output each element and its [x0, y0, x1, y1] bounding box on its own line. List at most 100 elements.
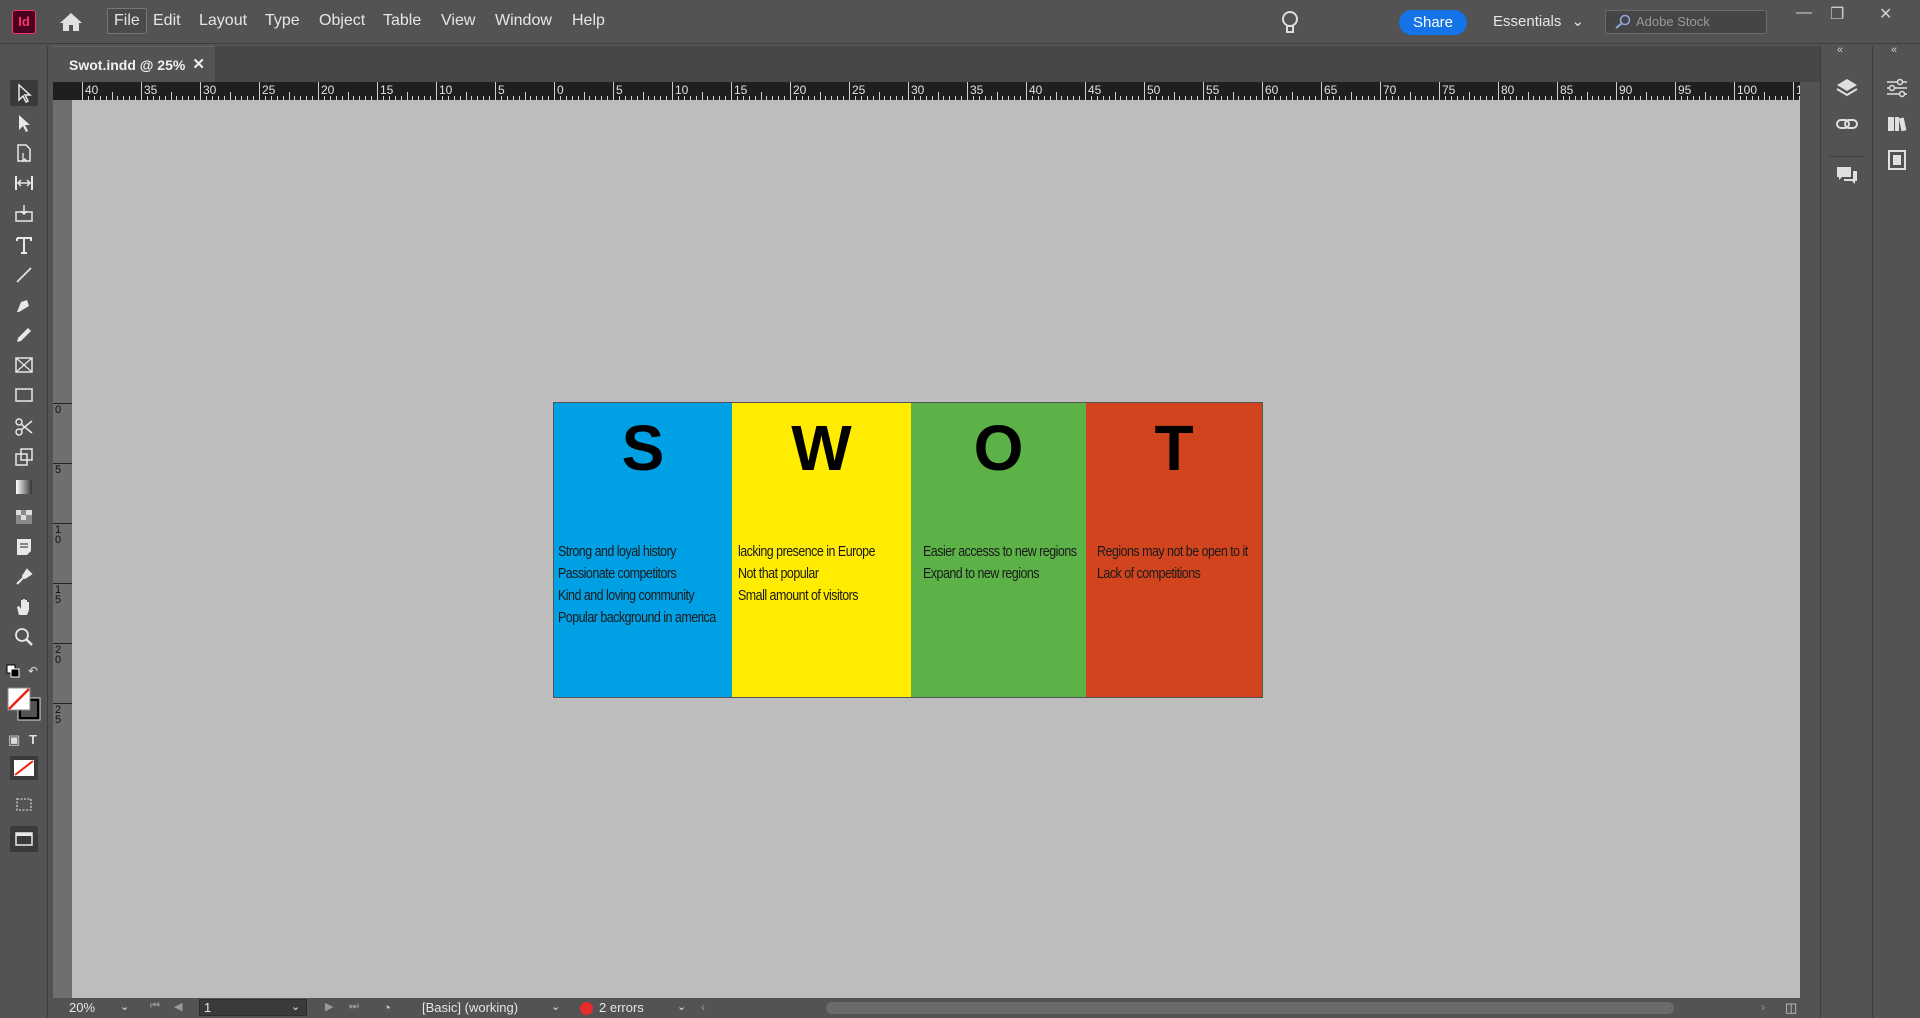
- close-tab-icon[interactable]: ✕: [192, 55, 205, 73]
- scroll-right-icon[interactable]: ›: [1761, 1000, 1765, 1014]
- scroll-left-icon[interactable]: ‹: [701, 1000, 705, 1014]
- type-tool-icon[interactable]: [10, 232, 38, 258]
- chevron-down-icon[interactable]: ⌄: [551, 1000, 560, 1013]
- formatting-container-icon[interactable]: ▣: [8, 732, 20, 748]
- zoom-level[interactable]: 20%: [69, 1000, 95, 1015]
- pages-icon[interactable]: [1884, 148, 1910, 172]
- list-item: Not that popular: [738, 566, 819, 582]
- stock-search-input[interactable]: Adobe Stock: [1605, 10, 1767, 34]
- default-colors-icon[interactable]: [6, 664, 20, 678]
- ruler-label: 75: [1442, 83, 1456, 97]
- links-icon[interactable]: [1834, 112, 1860, 136]
- ruler-label: 85: [1560, 83, 1574, 97]
- ruler-label: 10: [55, 524, 62, 546]
- collapse-panel-icon[interactable]: «: [1837, 44, 1843, 56]
- ruler-tick: [524, 92, 526, 100]
- ruler-label: 40: [85, 83, 99, 97]
- hand-tool-icon[interactable]: [10, 594, 38, 620]
- list-item: Passionate competitors: [558, 566, 677, 582]
- pencil-tool-icon[interactable]: [10, 322, 38, 348]
- menu-table[interactable]: Table: [380, 12, 424, 30]
- zoom-tool-icon[interactable]: [10, 624, 38, 650]
- gap-tool-icon[interactable]: [10, 170, 38, 196]
- pasteboard[interactable]: S Strong and loyal history Passionate co…: [72, 100, 1800, 998]
- comments-icon[interactable]: [1834, 164, 1860, 188]
- page-tool-icon[interactable]: [10, 140, 38, 166]
- share-button[interactable]: Share: [1399, 10, 1467, 35]
- menu-help[interactable]: Help: [569, 12, 608, 30]
- properties-icon[interactable]: [1884, 76, 1910, 100]
- chevron-down-icon[interactable]: ⌄: [291, 1000, 300, 1013]
- formatting-text-icon[interactable]: T: [29, 732, 37, 747]
- pen-tool-icon[interactable]: [10, 292, 38, 318]
- workspace-switcher[interactable]: Essentials ⌄: [1493, 12, 1584, 30]
- menu-object[interactable]: Object: [316, 12, 368, 30]
- split-window-icon[interactable]: ◫: [1785, 1000, 1797, 1016]
- minimize-icon[interactable]: —: [1796, 4, 1812, 22]
- cc-libraries-icon[interactable]: [1884, 112, 1910, 136]
- swot-column-weaknesses[interactable]: W lacking presence in Europe Not that po…: [732, 403, 911, 697]
- screen-mode-icon[interactable]: [10, 826, 38, 852]
- gradient-feather-tool-icon[interactable]: [10, 504, 38, 530]
- previous-page-icon[interactable]: ◀: [174, 1000, 182, 1013]
- swot-table[interactable]: S Strong and loyal history Passionate co…: [553, 402, 1263, 698]
- horizontal-ruler[interactable]: 40 35 30 25 20 15 10 5 0 5 10 15 20 25 30 35 40 45 50 55 60 6…: [72, 82, 1800, 100]
- line-tool-icon[interactable]: [10, 262, 38, 288]
- chevron-down-icon[interactable]: ⌄: [120, 1000, 129, 1013]
- menu-window[interactable]: Window: [492, 12, 555, 30]
- ruler-tick: [1557, 82, 1558, 100]
- list-item: Strong and loyal history: [558, 544, 676, 560]
- fill-stroke-swatch[interactable]: [6, 686, 42, 722]
- vertical-ruler[interactable]: 0 5 10 15 20 25: [53, 100, 72, 998]
- menu-file[interactable]: File: [107, 8, 147, 34]
- preflight-profile[interactable]: [Basic] (working): [422, 1000, 518, 1015]
- menu-view[interactable]: View: [438, 12, 478, 30]
- free-transform-tool-icon[interactable]: [10, 444, 38, 470]
- ruler-label: 10: [439, 83, 453, 97]
- document-tab[interactable]: Swot.indd @ 25% ✕: [53, 46, 215, 82]
- ruler-tick: [967, 82, 968, 100]
- next-page-icon[interactable]: ▶: [325, 1000, 333, 1013]
- lightbulb-icon[interactable]: [1278, 9, 1302, 37]
- ruler-tick: [1026, 82, 1027, 100]
- rectangle-frame-tool-icon[interactable]: [10, 352, 38, 378]
- home-icon[interactable]: [58, 11, 84, 33]
- preflight-icon[interactable]: ◔: [383, 1000, 391, 1015]
- errors-count[interactable]: 2 errors: [599, 1000, 644, 1015]
- list-item: Kind and loving community: [558, 588, 695, 604]
- ruler-origin[interactable]: [53, 82, 72, 100]
- restore-icon[interactable]: ❐: [1830, 4, 1844, 24]
- swap-colors-icon[interactable]: ↶: [28, 664, 42, 678]
- swot-column-opportunities[interactable]: O Easier accesss to new regions Expand t…: [911, 403, 1086, 697]
- ruler-label: 5: [55, 464, 62, 476]
- ruler-tick: [436, 82, 437, 100]
- ruler-tick: [259, 82, 260, 100]
- note-tool-icon[interactable]: [10, 534, 38, 560]
- layers-icon[interactable]: [1834, 76, 1860, 100]
- swot-column-strengths[interactable]: S Strong and loyal history Passionate co…: [554, 403, 732, 697]
- ruler-label: 20: [793, 83, 807, 97]
- swot-column-threats[interactable]: T Regions may not be open to it Lack of …: [1086, 403, 1262, 697]
- screen-mode-normal-icon[interactable]: [10, 791, 38, 817]
- workspace-label: Essentials: [1493, 13, 1562, 30]
- horizontal-scrollbar[interactable]: [826, 1002, 1674, 1014]
- swot-letter-s: S: [621, 412, 665, 484]
- apply-none-icon[interactable]: [10, 756, 38, 780]
- ruler-label: 50: [1147, 83, 1161, 97]
- rectangle-tool-icon[interactable]: [10, 382, 38, 408]
- first-page-icon[interactable]: ⏮: [150, 1000, 160, 1013]
- collapse-panel-icon[interactable]: «: [1891, 44, 1897, 56]
- scissors-tool-icon[interactable]: [10, 414, 38, 440]
- chevron-down-icon[interactable]: ⌄: [677, 1000, 686, 1013]
- menu-layout[interactable]: Layout: [196, 12, 250, 30]
- menu-type[interactable]: Type: [262, 12, 303, 30]
- close-window-icon[interactable]: ✕: [1879, 4, 1892, 24]
- eyedropper-tool-icon[interactable]: [10, 564, 38, 590]
- menu-edit[interactable]: Edit: [150, 12, 184, 30]
- direct-selection-tool-icon[interactable]: [10, 110, 38, 136]
- content-collector-icon[interactable]: [10, 200, 38, 226]
- gradient-tool-icon[interactable]: [10, 474, 38, 500]
- ruler-tick: [790, 82, 791, 100]
- last-page-icon[interactable]: ⏭: [349, 1000, 359, 1013]
- selection-tool-icon[interactable]: [10, 80, 38, 106]
